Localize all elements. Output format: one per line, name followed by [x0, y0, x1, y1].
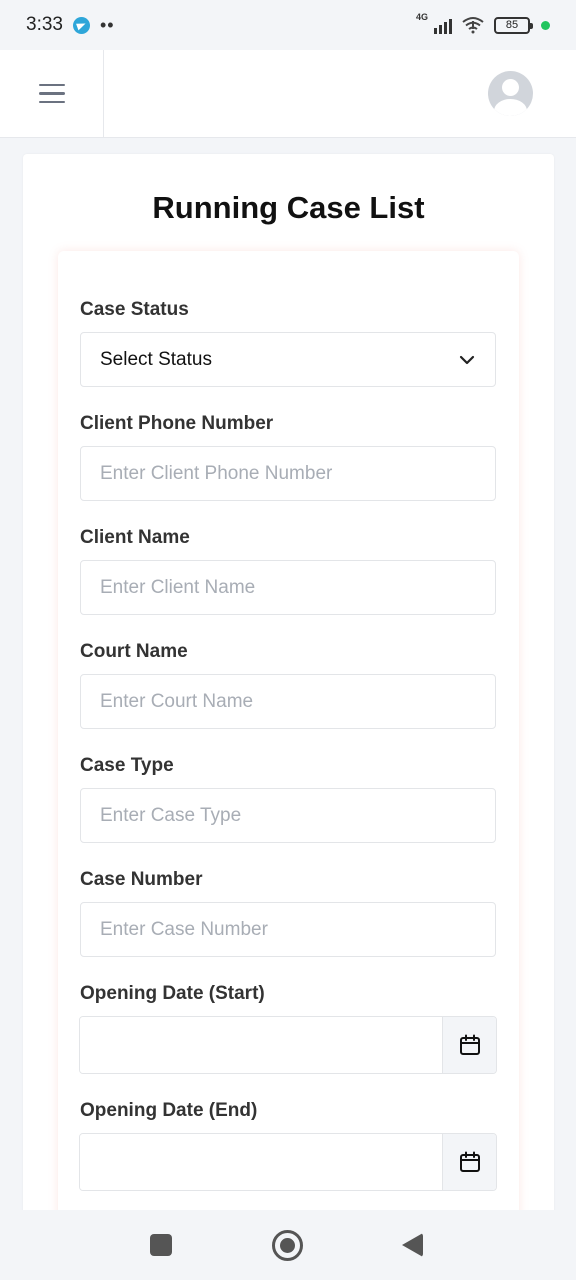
- client-name-field: Client Name: [80, 525, 496, 615]
- case-number-input[interactable]: [80, 902, 496, 957]
- client-phone-label: Client Phone Number: [80, 413, 274, 434]
- battery-icon: 85: [494, 16, 533, 34]
- client-name-input[interactable]: [80, 560, 496, 615]
- opening-date-end-group: [79, 1133, 497, 1191]
- menu-icon[interactable]: [0, 50, 104, 137]
- case-number-label: Case Number: [80, 869, 203, 890]
- system-nav-bar: [0, 1210, 576, 1280]
- nav-home-icon[interactable]: [272, 1230, 303, 1261]
- status-time: 3:33: [26, 14, 63, 35]
- telegram-icon: [72, 16, 90, 34]
- case-number-field: Case Number: [80, 867, 496, 957]
- wifi-icon: [461, 15, 485, 35]
- case-status-field: Case Status Select Status: [80, 297, 496, 387]
- case-type-field: Case Type: [80, 753, 496, 843]
- client-phone-field: Client Phone Number: [80, 411, 496, 501]
- more-notifications-icon: ••: [99, 15, 115, 35]
- calendar-icon: [459, 1151, 480, 1172]
- court-name-field: Court Name: [80, 639, 496, 729]
- case-status-label: Case Status: [80, 299, 189, 320]
- opening-date-start-input[interactable]: [80, 1017, 442, 1073]
- opening-date-end-field: Opening Date (End): [79, 1098, 497, 1191]
- avatar-icon[interactable]: [488, 71, 533, 116]
- opening-date-start-field: Opening Date (Start): [79, 981, 497, 1074]
- status-icons: 4G 85: [416, 12, 550, 36]
- opening-date-end-label: Opening Date (End): [80, 1100, 258, 1121]
- page-title: Running Case List: [152, 190, 425, 225]
- opening-date-start-group: [79, 1016, 497, 1074]
- opening-date-start-label: Opening Date (Start): [80, 983, 265, 1004]
- nav-recents-icon[interactable]: [150, 1234, 172, 1256]
- opening-date-end-input[interactable]: [80, 1134, 442, 1190]
- battery-level: 85: [505, 19, 519, 31]
- signal-icon: 4G: [416, 12, 452, 36]
- court-name-label: Court Name: [80, 641, 188, 662]
- app-header: [0, 50, 576, 138]
- case-status-value: Select Status: [100, 348, 212, 370]
- filter-form: Case Status Select Status Client Phone N…: [58, 251, 519, 1251]
- chevron-down-icon: [459, 355, 475, 364]
- case-type-label: Case Type: [80, 755, 174, 776]
- opening-date-end-picker[interactable]: [442, 1134, 496, 1190]
- calendar-icon: [459, 1034, 480, 1055]
- status-bar: 3:33 •• 4G 85: [0, 0, 576, 50]
- network-type: 4G: [416, 12, 429, 22]
- court-name-input[interactable]: [80, 674, 496, 729]
- client-phone-input[interactable]: [80, 446, 496, 501]
- opening-date-start-picker[interactable]: [442, 1017, 496, 1073]
- case-status-select[interactable]: Select Status: [80, 332, 496, 387]
- nav-back-icon[interactable]: [402, 1233, 423, 1257]
- page-card: Running Case List Case Status Select Sta…: [23, 154, 554, 1251]
- client-name-label: Client Name: [80, 527, 190, 548]
- privacy-indicator: [541, 20, 550, 30]
- case-type-input[interactable]: [80, 788, 496, 843]
